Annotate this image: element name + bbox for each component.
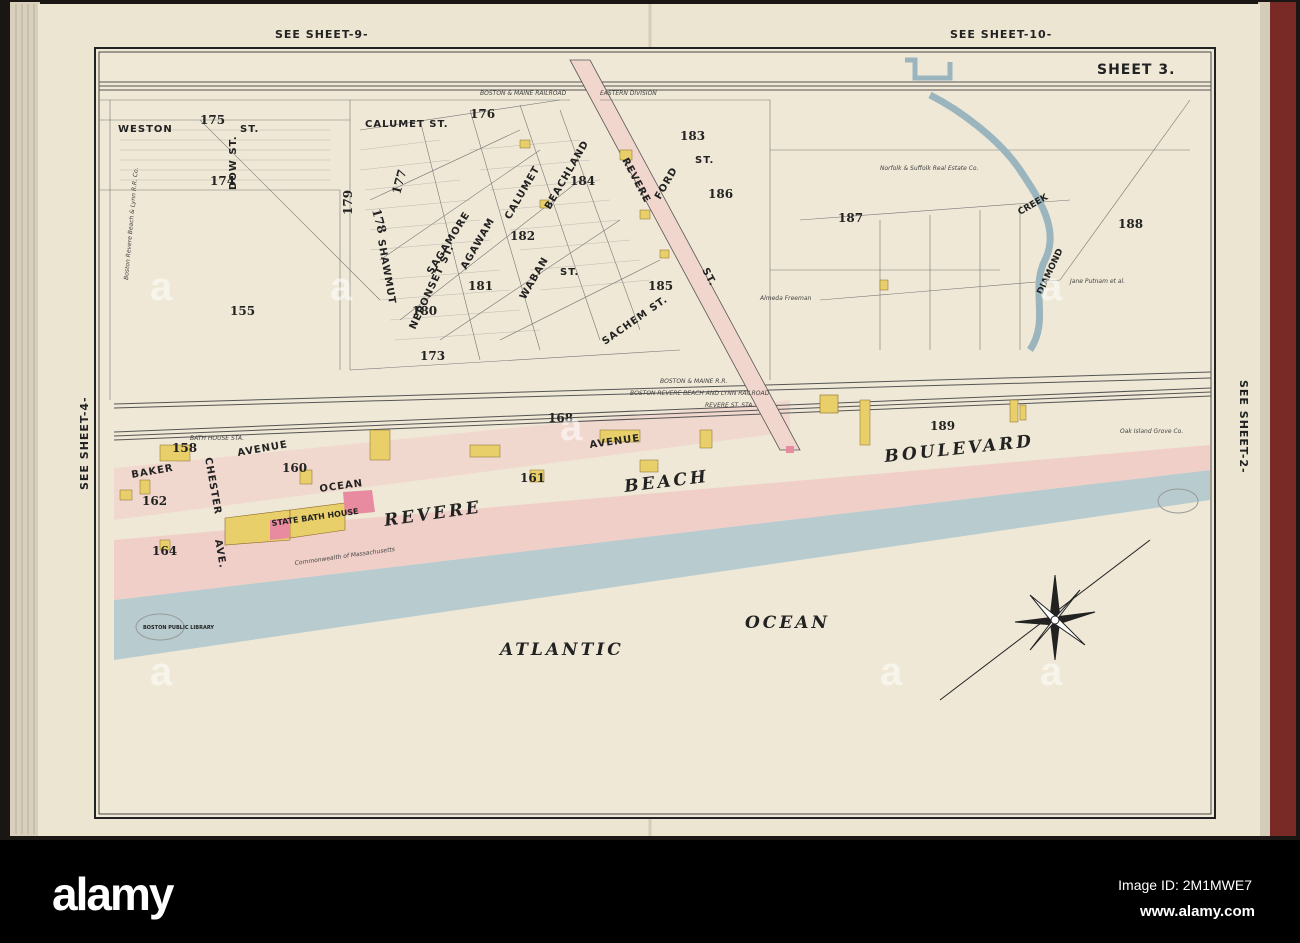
block-number: 176 <box>470 107 495 121</box>
rr-label-boston-maine: BOSTON & MAINE RAILROAD <box>480 90 567 97</box>
watermark-bar <box>0 840 1300 943</box>
block-number: 158 <box>172 441 197 455</box>
owner-label: Oak Island Grove Co. <box>1120 428 1183 435</box>
block-number: 173 <box>420 349 445 363</box>
see-sheet-2-label: SEE SHEET-2- <box>1237 380 1250 474</box>
page-stack-left <box>10 2 40 836</box>
block-number: 187 <box>838 211 863 225</box>
rr-label-bm: BOSTON & MAINE R.R. <box>660 378 727 385</box>
image-id: Image ID: 2M1MWE7 <box>1118 877 1252 893</box>
block-number: 182 <box>510 229 535 243</box>
alamy-site: www.alamy.com <box>1139 903 1255 920</box>
sheet-title: SHEET 3. <box>1097 62 1175 78</box>
see-sheet-4-label: SEE SHEET-4- <box>78 396 91 490</box>
svg-text:a: a <box>880 650 903 694</box>
block-number: 161 <box>520 471 545 485</box>
block-number: 174 <box>210 174 235 188</box>
block-number: 186 <box>708 187 733 201</box>
svg-text:a: a <box>560 405 583 449</box>
ocean-label: OCEAN <box>745 613 830 633</box>
station-bath-house: BATH HOUSE STA. <box>190 435 244 442</box>
svg-text:a: a <box>1040 650 1063 694</box>
atlantic-label: ATLANTIC <box>498 640 624 660</box>
owner-label: Almeda Freeman <box>759 295 812 302</box>
block-number: 162 <box>142 494 167 508</box>
block-number: 164 <box>152 544 177 558</box>
svg-text:a: a <box>1040 265 1063 309</box>
block-number: 155 <box>230 304 255 318</box>
svg-text:a: a <box>150 650 173 694</box>
station-revere-st: REVERE ST. STA. <box>705 402 754 409</box>
block-number: 183 <box>680 129 705 143</box>
block-number: 175 <box>200 113 225 127</box>
library-stamp-text: BOSTON PUBLIC LIBRARY <box>143 625 214 631</box>
block-number: 179 <box>341 190 355 215</box>
street-label: CALUMET ST. <box>365 119 449 130</box>
street-label: ST. <box>695 155 714 166</box>
block-number: 160 <box>282 461 307 475</box>
block-number: 184 <box>570 174 595 188</box>
street-label: ST. <box>240 124 259 135</box>
map-scan: SEE SHEET-9- SEE SHEET-10- SEE SHEET-4- … <box>0 0 1300 943</box>
block-number: 188 <box>1118 217 1143 231</box>
rr-label-eastern: EASTERN DIVISION <box>600 90 657 97</box>
street-label: WESTON <box>118 124 173 135</box>
block-number: 189 <box>930 419 955 433</box>
see-sheet-9-label: SEE SHEET-9- <box>275 28 369 41</box>
block-number: 180 <box>412 304 437 318</box>
block-number: 181 <box>468 279 493 293</box>
svg-text:a: a <box>330 265 353 309</box>
street-label: ST. <box>560 267 579 278</box>
rr-label-brbl: BOSTON REVERE BEACH AND LYNN RAILROAD <box>630 390 770 397</box>
alamy-logo: alamy <box>52 868 175 920</box>
owner-label: Jane Putnam et al. <box>1069 278 1125 285</box>
svg-text:a: a <box>150 265 173 309</box>
block-number: 185 <box>648 279 673 293</box>
owner-label: Norfolk & Suffolk Real Estate Co. <box>880 165 979 172</box>
see-sheet-10-label: SEE SHEET-10- <box>950 28 1052 41</box>
